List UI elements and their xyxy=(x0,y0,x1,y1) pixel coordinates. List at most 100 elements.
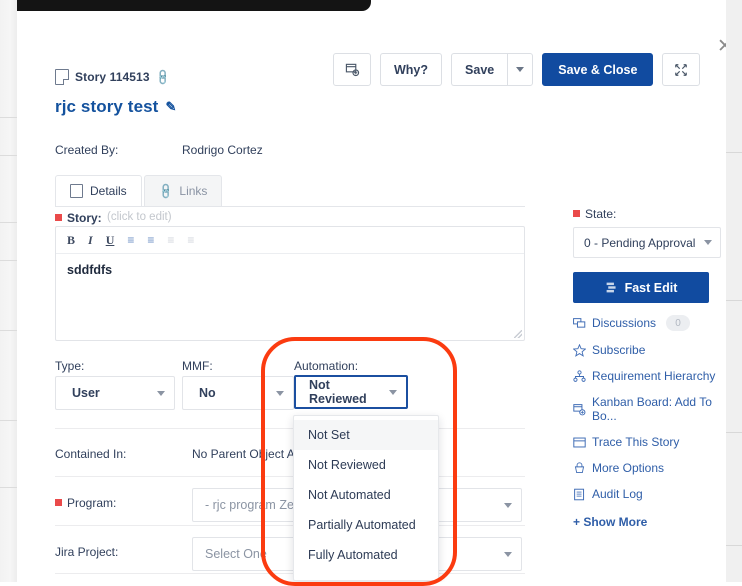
tabs-underline xyxy=(55,206,525,207)
type-label: Type: xyxy=(55,359,85,373)
required-marker xyxy=(573,210,580,217)
why-button[interactable]: Why? xyxy=(380,53,443,86)
expand-icon-button[interactable] xyxy=(662,53,701,86)
audit-icon xyxy=(574,488,585,500)
underline-icon[interactable]: U xyxy=(106,233,115,248)
chevron-down-icon xyxy=(157,390,165,396)
rail-link-kanban-board[interactable]: Kanban Board: Add To Bo... xyxy=(573,395,723,423)
italic-icon[interactable]: I xyxy=(88,233,93,248)
trace-icon xyxy=(573,437,586,447)
state-select[interactable]: 0 - Pending Approval xyxy=(573,227,721,258)
pencil-icon[interactable]: ✎ xyxy=(165,99,176,115)
contained-in-label: Contained In: xyxy=(55,447,127,461)
automation-select[interactable]: Not Reviewed xyxy=(294,375,408,409)
rail-link-trace-this-story[interactable]: Trace This Story xyxy=(573,435,723,449)
save-options-button[interactable] xyxy=(507,53,534,86)
row-divider xyxy=(55,476,525,477)
automation-option-not-reviewed[interactable]: Not Reviewed xyxy=(294,450,438,480)
document-icon xyxy=(55,69,69,85)
chevron-down-icon xyxy=(504,551,512,557)
fast-edit-label: Fast Edit xyxy=(624,280,678,295)
copy-to-board-icon xyxy=(345,63,359,77)
row-divider xyxy=(55,428,525,429)
details-icon xyxy=(70,184,83,198)
rail-link-more-options[interactable]: More Options xyxy=(573,461,723,475)
story-id-label: Story 114513 xyxy=(75,70,150,84)
breadcrumb: Story 114513 🔗 xyxy=(55,68,172,86)
link-icon[interactable]: 🔗 xyxy=(153,68,172,86)
chevron-down-icon xyxy=(389,389,397,395)
jira-project-label: Jira Project: xyxy=(55,545,119,559)
automation-option-not-set[interactable]: Not Set xyxy=(294,420,438,450)
automation-label: Automation: xyxy=(294,359,359,373)
save-button[interactable]: Save xyxy=(451,53,508,86)
rail-link-discussions[interactable]: Discussions 0 xyxy=(573,315,723,331)
mmf-label: MMF: xyxy=(182,359,213,373)
close-icon[interactable]: ✕ xyxy=(714,35,726,57)
story-editor-content[interactable]: sddfdfs xyxy=(56,254,524,286)
automation-dropdown-menu[interactable]: Not Set Not Reviewed Not Automated Parti… xyxy=(293,415,439,581)
rail-link-audit-log[interactable]: Audit Log xyxy=(573,487,723,501)
fast-edit-button[interactable]: Fast Edit xyxy=(573,272,709,303)
row-divider xyxy=(55,573,525,574)
automation-option-fully-automated[interactable]: Fully Automated xyxy=(294,540,438,570)
save-button-group: Save xyxy=(451,53,534,86)
header-toolbar: Why? Save Save & Close xyxy=(333,53,701,86)
resize-grip[interactable] xyxy=(514,330,522,338)
discussions-count-badge: 0 xyxy=(666,315,691,331)
chevron-down-icon xyxy=(704,240,712,245)
link-icon: 🔗 xyxy=(156,182,175,201)
tab-details[interactable]: Details xyxy=(55,175,142,206)
indent-icon[interactable]: ≡ xyxy=(187,233,194,247)
rail-link-requirement-hierarchy[interactable]: Requirement Hierarchy xyxy=(573,369,723,383)
program-label-text: Program: xyxy=(67,496,117,510)
chevron-down-icon xyxy=(516,67,525,72)
outdent-icon[interactable]: ≡ xyxy=(167,233,174,247)
rail-link-label: Kanban Board: Add To Bo... xyxy=(592,395,712,423)
story-click-to-edit-hint: (click to edit) xyxy=(107,211,172,223)
expand-icon xyxy=(675,63,688,76)
fast-edit-icon xyxy=(606,282,616,293)
rail-link-subscribe[interactable]: Subscribe xyxy=(573,343,723,357)
chevron-down-icon xyxy=(276,390,284,396)
automation-option-partially-automated[interactable]: Partially Automated xyxy=(294,510,438,540)
chevron-down-icon xyxy=(504,502,512,508)
hierarchy-icon xyxy=(573,369,586,382)
created-by-label: Created By: xyxy=(55,143,119,157)
type-select[interactable]: User xyxy=(55,376,175,410)
copy-to-board-icon-button[interactable] xyxy=(333,53,371,86)
required-marker xyxy=(55,214,62,221)
tab-bar: Details 🔗 Links xyxy=(55,175,223,206)
story-label-text: Story: xyxy=(67,211,102,225)
rail-link-label: Requirement Hierarchy xyxy=(592,369,716,383)
required-marker xyxy=(55,499,62,506)
star-icon xyxy=(573,343,586,357)
tab-links-label: Links xyxy=(179,184,208,198)
discussion-icon xyxy=(573,317,586,328)
tab-details-label: Details xyxy=(90,184,127,198)
page-title[interactable]: rjc story test ✎ xyxy=(55,97,176,117)
story-field-label: Story: xyxy=(55,211,102,225)
program-label: Program: xyxy=(55,496,116,510)
bulleted-list-icon[interactable]: ≡ xyxy=(127,233,134,247)
bold-icon[interactable]: B xyxy=(67,233,75,248)
story-detail-modal: ✕ Why? Save Save & Close Story 114513 🔗 … xyxy=(17,11,726,582)
editor-toolbar: B I U ≡ ≡ ≡ ≡ xyxy=(56,227,524,254)
state-label: State: xyxy=(573,207,723,221)
show-more-link[interactable]: + Show More xyxy=(573,515,723,529)
kanban-icon xyxy=(573,403,586,415)
automation-option-not-automated[interactable]: Not Automated xyxy=(294,480,438,510)
mmf-select[interactable]: No xyxy=(182,376,294,410)
right-background xyxy=(726,0,742,582)
state-value: 0 - Pending Approval xyxy=(584,235,696,250)
page-title-text: rjc story test xyxy=(55,97,159,116)
contained-in-value: No Parent Object As xyxy=(192,447,301,461)
story-editor[interactable]: B I U ≡ ≡ ≡ ≡ sddfdfs xyxy=(55,226,525,341)
numbered-list-icon[interactable]: ≡ xyxy=(147,233,154,247)
rail-link-label: Trace This Story xyxy=(592,435,680,449)
app-chrome-bar xyxy=(17,0,371,11)
tab-links[interactable]: 🔗 Links xyxy=(143,175,223,206)
rail-link-label: Subscribe xyxy=(592,343,646,357)
rail-link-label: More Options xyxy=(592,461,665,475)
save-and-close-button[interactable]: Save & Close xyxy=(542,53,654,86)
